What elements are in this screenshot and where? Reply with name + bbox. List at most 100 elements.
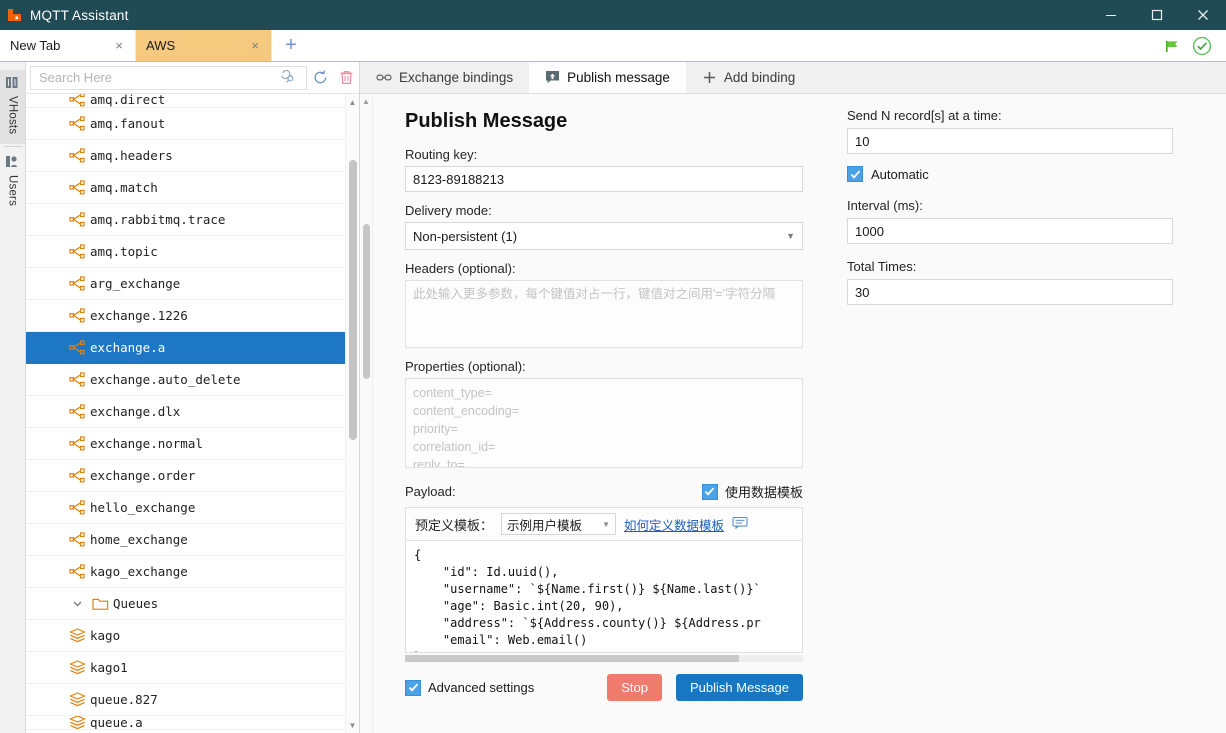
queue-icon <box>64 716 90 730</box>
send-n-input[interactable]: 10 <box>847 128 1173 154</box>
advanced-settings-checkbox[interactable] <box>405 680 421 696</box>
sidebar-scrollbar[interactable]: ▲ ▼ <box>345 94 359 733</box>
content-scrollbar-thumb[interactable] <box>363 224 370 379</box>
tree-item-label: exchange.a <box>90 340 165 355</box>
publish-message-button[interactable]: Publish Message <box>676 674 803 701</box>
tab-publish-message[interactable]: Publish message <box>529 62 686 93</box>
vhosts-icon <box>5 76 20 92</box>
properties-textarea[interactable]: content_type= content_encoding= priority… <box>405 378 803 468</box>
panes: ▲ Publish Message Routing key: 8123-8918… <box>360 94 1226 733</box>
search-row <box>26 62 359 94</box>
tab-close-icon[interactable]: × <box>249 38 261 53</box>
payload-horizontal-scrollbar[interactable] <box>405 655 803 662</box>
tree-item[interactable]: amq.rabbitmq.trace <box>26 204 345 236</box>
tab-label: Exchange bindings <box>399 70 513 85</box>
payload-code-editor[interactable]: { "id": Id.uuid(), "username": `${Name.f… <box>405 541 803 653</box>
app-logo-icon <box>0 7 30 23</box>
tree-item-label: exchange.dlx <box>90 404 180 419</box>
tree-item[interactable]: amq.topic <box>26 236 345 268</box>
connected-check-icon[interactable] <box>1192 36 1212 56</box>
publish-form: Publish Message Routing key: 8123-891882… <box>373 94 823 733</box>
sidebar-item-users[interactable]: Users <box>0 149 25 216</box>
tab-strip: New Tab × AWS × + <box>0 30 1226 62</box>
content-scroll-up-arrow[interactable]: ▲ <box>360 94 372 108</box>
payload-hscroll-thumb[interactable] <box>405 655 739 662</box>
automatic-checkbox-wrap[interactable]: Automatic <box>847 166 1206 182</box>
interval-input[interactable]: 1000 <box>847 218 1173 244</box>
advanced-settings-checkbox-wrap[interactable]: Advanced settings <box>405 680 534 696</box>
search-icon[interactable] <box>274 70 300 85</box>
tree-item[interactable]: kago_exchange <box>26 556 345 588</box>
tree-item-label: Queues <box>113 596 158 611</box>
close-button[interactable] <box>1180 0 1226 30</box>
scroll-up-arrow[interactable]: ▲ <box>346 94 359 110</box>
total-times-input[interactable]: 30 <box>847 279 1173 305</box>
payload-header-row: Payload: 使用数据模板 <box>405 482 803 501</box>
use-template-checkbox-wrap[interactable]: 使用数据模板 <box>702 482 803 501</box>
tab-label: New Tab <box>10 38 113 53</box>
tree-item[interactable]: hello_exchange <box>26 492 345 524</box>
scroll-down-arrow[interactable]: ▼ <box>346 717 359 733</box>
tree-item[interactable]: queue.a <box>26 716 345 730</box>
tree-item[interactable]: exchange.1226 <box>26 300 345 332</box>
send-n-label: Send N record[s] at a time: <box>847 108 1206 123</box>
tab-aws[interactable]: AWS × <box>136 30 272 61</box>
tab-strip-status-area <box>1164 30 1226 61</box>
exchange-icon <box>64 436 90 451</box>
tab-new-tab[interactable]: New Tab × <box>0 30 136 61</box>
template-help-link[interactable]: 如何定义数据模板 <box>624 515 724 534</box>
tab-exchange-bindings[interactable]: Exchange bindings <box>360 62 529 93</box>
tab-strip-spacer <box>310 30 1164 61</box>
tree-item[interactable]: amq.headers <box>26 140 345 172</box>
content-scrollbar[interactable]: ▲ <box>360 94 373 733</box>
sidebar: amq.directamq.fanoutamq.headersamq.match… <box>26 62 360 733</box>
tab-add-binding[interactable]: Add binding <box>686 62 811 93</box>
new-tab-button[interactable]: + <box>272 30 310 61</box>
total-times-label: Total Times: <box>847 259 1206 274</box>
tree-group-queues[interactable]: Queues <box>26 588 345 620</box>
sidebar-item-vhosts[interactable]: VHosts <box>0 70 25 144</box>
use-template-checkbox[interactable] <box>702 484 718 500</box>
tree-item[interactable]: home_exchange <box>26 524 345 556</box>
tree-item-label: kago1 <box>90 660 128 675</box>
flag-icon[interactable] <box>1164 38 1180 54</box>
comment-icon[interactable] <box>732 516 748 532</box>
tree-item[interactable]: exchange.order <box>26 460 345 492</box>
exchange-icon <box>64 94 90 107</box>
tree-item[interactable]: exchange.a <box>26 332 345 364</box>
search-box[interactable] <box>30 66 307 90</box>
routing-key-input[interactable]: 8123-89188213 <box>405 166 803 192</box>
tree-item-label: kago_exchange <box>90 564 188 579</box>
scrollbar-thumb[interactable] <box>349 160 357 440</box>
folder-icon <box>87 597 113 611</box>
tree-item[interactable]: exchange.normal <box>26 428 345 460</box>
tree-item[interactable]: kago <box>26 620 345 652</box>
delivery-mode-select[interactable]: Non-persistent (1) ▼ <box>405 222 803 250</box>
delete-icon[interactable] <box>333 69 359 86</box>
properties-label: Properties (optional): <box>405 359 803 374</box>
tree-item[interactable]: kago1 <box>26 652 345 684</box>
refresh-icon[interactable] <box>307 69 333 86</box>
template-value: 示例用户模板 <box>507 515 582 534</box>
tab-close-icon[interactable]: × <box>113 38 125 53</box>
search-input[interactable] <box>37 69 274 86</box>
automatic-label: Automatic <box>871 167 929 182</box>
chevron-down-icon[interactable] <box>72 598 83 609</box>
exchange-tree[interactable]: amq.directamq.fanoutamq.headersamq.match… <box>26 94 345 733</box>
minimize-button[interactable] <box>1088 0 1134 30</box>
stop-button[interactable]: Stop <box>607 674 662 701</box>
tree-item[interactable]: queue.827 <box>26 684 345 716</box>
template-bar: 预定义模板： 示例用户模板 ▼ 如何定义数据模板 <box>405 507 803 541</box>
plus-icon <box>702 70 717 85</box>
tree-item[interactable]: exchange.dlx <box>26 396 345 428</box>
tree-item[interactable]: arg_exchange <box>26 268 345 300</box>
tree-item[interactable]: exchange.auto_delete <box>26 364 345 396</box>
headers-textarea[interactable]: 此处输入更多参数，每个键值对占一行，键值对之间用'='字符分隔 <box>405 280 803 348</box>
tree-container: amq.directamq.fanoutamq.headersamq.match… <box>26 94 359 733</box>
template-select[interactable]: 示例用户模板 ▼ <box>501 513 616 535</box>
automatic-checkbox[interactable] <box>847 166 863 182</box>
maximize-button[interactable] <box>1134 0 1180 30</box>
tree-item[interactable]: amq.direct <box>26 94 345 108</box>
tree-item[interactable]: amq.fanout <box>26 108 345 140</box>
tree-item[interactable]: amq.match <box>26 172 345 204</box>
